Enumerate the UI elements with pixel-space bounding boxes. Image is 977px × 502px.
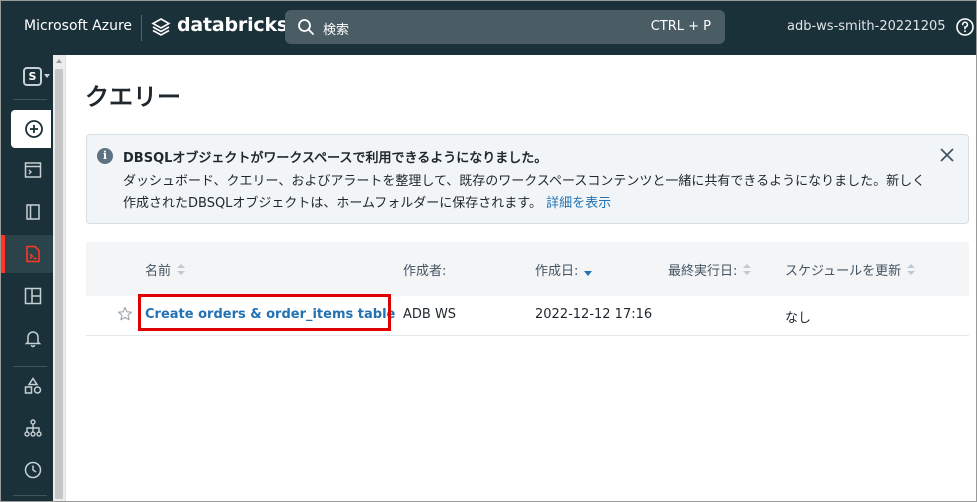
sidebar-item-catalog[interactable] — [1, 193, 53, 231]
column-header-last-run[interactable]: 最終実行日: — [668, 260, 752, 279]
search-placeholder[interactable]: 検索 — [323, 19, 349, 38]
catalog-icon — [26, 204, 40, 220]
banner-body-text: ダッシュボード、クエリー、およびアラートを整理して、既存のワークスペースコンテン… — [123, 174, 926, 211]
sidebar-item-history[interactable] — [1, 451, 53, 489]
sidebar-item-sql-editor[interactable] — [1, 151, 53, 189]
sidebar-item-dashboards[interactable] — [1, 277, 53, 315]
sidebar-divider — [13, 495, 47, 496]
column-header-schedule[interactable]: スケジュールを更新 — [785, 260, 916, 279]
brand-divider — [141, 15, 142, 41]
sidebar-item-alerts[interactable] — [1, 319, 53, 357]
dashboard-icon — [24, 287, 42, 305]
app-window: Microsoft Azure databricks 検索 CTRL + P a… — [0, 0, 977, 502]
sidebar-scrollbar[interactable] — [53, 55, 66, 501]
scroll-up-arrow-icon[interactable] — [56, 59, 62, 63]
databricks-brand[interactable]: databricks — [177, 14, 288, 36]
table-header: 名前 作成者: 作成日: 最終実行日: スケジュールを更新 — [86, 242, 969, 296]
column-header-created-at[interactable]: 作成日: — [535, 260, 593, 279]
table-row[interactable]: Create orders & order_items table ADB WS… — [86, 294, 969, 336]
workspace-badge[interactable]: S — [23, 67, 42, 86]
sidebar-item-new[interactable] — [11, 110, 51, 148]
search-icon — [298, 19, 314, 35]
sort-descending-icon — [584, 271, 593, 276]
sidebar-divider — [13, 99, 47, 100]
azure-brand[interactable]: Microsoft Azure — [24, 18, 132, 34]
sql-editor-icon — [24, 162, 42, 178]
sidebar-item-data-science[interactable] — [1, 367, 53, 405]
column-header-name[interactable]: 名前 — [145, 260, 186, 279]
page-title: クエリー — [85, 83, 181, 111]
help-icon[interactable] — [955, 17, 975, 37]
sort-icon — [177, 264, 186, 276]
banner-body: ダッシュボード、クエリー、およびアラートを整理して、既存のワークスペースコンテン… — [123, 171, 933, 215]
info-banner: i DBSQLオブジェクトがワークスペースで利用できるようになりました。 ダッシ… — [86, 134, 969, 224]
column-header-label: スケジュールを更新 — [785, 264, 902, 279]
shapes-icon — [24, 377, 42, 394]
column-header-created-by[interactable]: 作成者: — [403, 260, 446, 279]
bell-icon — [24, 331, 42, 348]
banner-title: DBSQLオブジェクトがワークスペースで利用できるようになりました。 — [123, 151, 548, 166]
close-icon[interactable] — [938, 146, 956, 164]
queries-table: 名前 作成者: 作成日: 最終実行日: スケジュールを更新 Create ord… — [86, 242, 969, 336]
sidebar-item-workflows[interactable] — [1, 409, 53, 447]
column-header-label: 名前 — [145, 264, 172, 279]
databricks-logo-icon — [151, 18, 171, 36]
column-header-label: 最終実行日: — [668, 264, 738, 279]
sort-icon — [743, 264, 752, 276]
star-icon[interactable] — [117, 306, 133, 322]
sort-icon — [907, 264, 916, 276]
clock-icon — [24, 461, 42, 479]
info-icon: i — [97, 148, 113, 164]
schedule-cell: なし — [785, 311, 812, 326]
queries-icon — [26, 245, 40, 263]
created-at-cell: 2022-12-12 17:16 — [535, 307, 653, 322]
plus-circle-icon — [25, 120, 43, 138]
learn-more-link[interactable]: 詳細を表示 — [546, 196, 611, 211]
main-content: クエリー i DBSQLオブジェクトがワークスペースで利用できるようになりました… — [67, 55, 976, 501]
workflow-icon — [24, 419, 42, 437]
search-box[interactable]: 検索 CTRL + P — [285, 10, 725, 44]
search-shortcut: CTRL + P — [650, 19, 711, 34]
chevron-down-icon — [44, 74, 50, 78]
column-header-label: 作成日: — [535, 264, 579, 279]
sidebar-item-queries[interactable] — [1, 235, 53, 273]
scrollbar-thumb[interactable] — [55, 69, 63, 499]
workspace-selector[interactable]: adb-ws-smith-20221205 — [787, 19, 946, 34]
top-bar: Microsoft Azure databricks 検索 CTRL + P a… — [1, 1, 976, 55]
query-name-link[interactable]: Create orders & order_items table — [145, 307, 395, 322]
column-header-label: 作成者: — [403, 264, 447, 279]
created-by-cell: ADB WS — [403, 307, 457, 322]
sidebar: S — [1, 55, 53, 501]
